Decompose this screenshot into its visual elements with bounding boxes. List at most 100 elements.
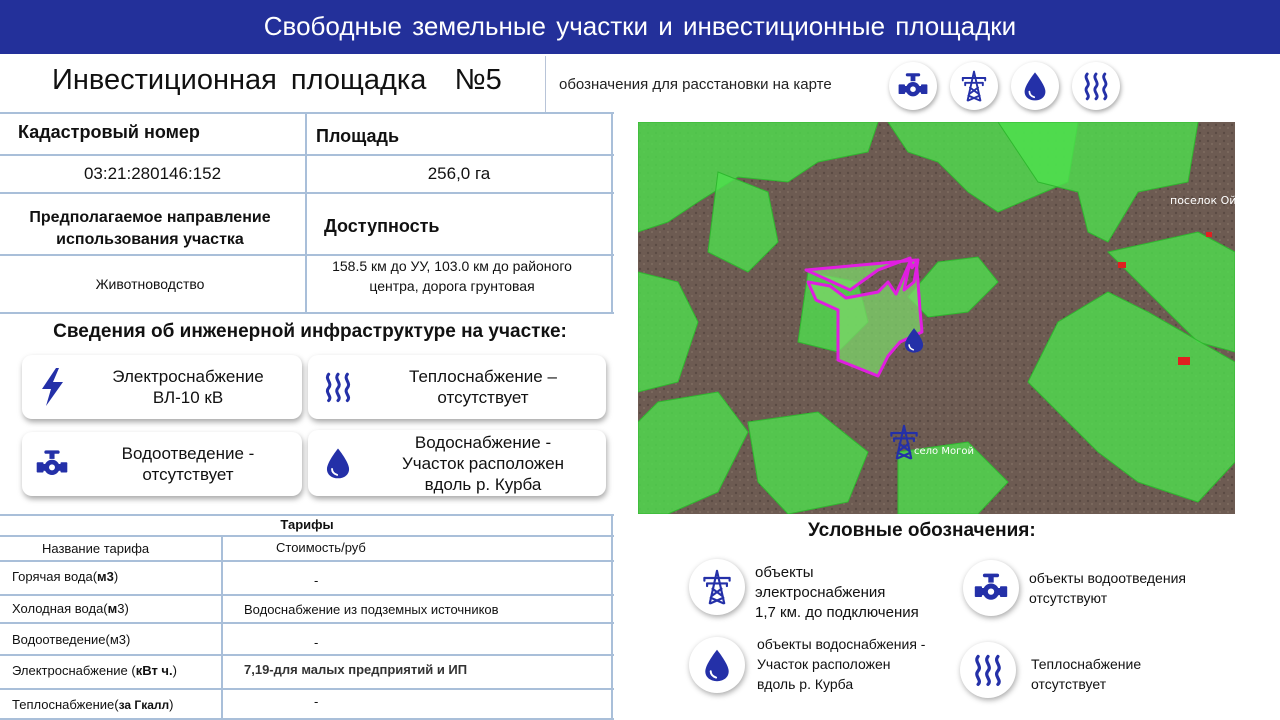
- legend-line: электроснабжения: [755, 584, 886, 601]
- tariff-unit: м3: [109, 632, 127, 647]
- access-label: Доступность: [324, 216, 440, 236]
- tariff-name: Холодная вода(: [12, 601, 108, 616]
- legend-line: отсутствует: [1031, 676, 1107, 692]
- access-value-line: центра, дорога грунтовая: [369, 278, 535, 294]
- table-line: [0, 112, 614, 114]
- map-graphic: поселок Ой село Могой: [638, 122, 1235, 514]
- card-line: Водоотведение -: [121, 444, 255, 463]
- legend-line: Теплоснабжение: [1031, 656, 1142, 672]
- table-line: [0, 594, 614, 596]
- tariff-row-value: Водоснабжение из подземных источников: [244, 602, 499, 617]
- tariff-name: Теплоснабжение(: [12, 697, 119, 712]
- map-marker: [1206, 232, 1212, 237]
- table-line: [0, 192, 614, 194]
- table-line: [0, 514, 614, 516]
- tariff-unit: м3: [97, 569, 114, 584]
- legend-line: отсутствуют: [1029, 590, 1108, 606]
- power-card-text: Электроснабжение ВЛ-10 кВ: [82, 366, 302, 408]
- legend-line: Участок расположен: [757, 656, 891, 672]
- heat-card-text: Теплоснабжение – отсутствует: [368, 366, 606, 408]
- map-marker: [1178, 357, 1190, 365]
- lightning-icon: [22, 367, 82, 407]
- legend-item-power: объекты электроснабжения 1,7 км. до подк…: [755, 563, 919, 623]
- power-tower-icon: [689, 559, 745, 615]
- power-card: Электроснабжение ВЛ-10 кВ: [22, 355, 302, 419]
- legend-line: объекты водоотведения: [1029, 570, 1186, 586]
- table-line: [0, 560, 614, 562]
- card-line: Участок расположен: [401, 453, 565, 473]
- access-value: 158.5 км до УУ, 103.0 км до районого цен…: [307, 256, 597, 296]
- card-line: Электроснабжение: [112, 367, 264, 386]
- infrastructure-title: Сведения об инженерной инфраструктуре на…: [53, 321, 567, 342]
- card-line: Теплоснабжение –: [409, 367, 557, 386]
- tariff-tail: ): [172, 663, 177, 678]
- legend-item-heat: Теплоснабжение отсутствует: [1031, 654, 1141, 694]
- satellite-map[interactable]: поселок Ой село Могой: [638, 122, 1235, 514]
- header-divider: [545, 56, 546, 112]
- valve-icon: [889, 62, 937, 110]
- tariff-name: Горячая вода(: [12, 569, 98, 584]
- map-label-village: село Могой: [914, 446, 974, 457]
- table-line: [0, 622, 614, 624]
- heat-waves-icon: [308, 367, 368, 407]
- tariff-col-name: Название тарифа: [42, 541, 150, 556]
- tariff-tail: ): [113, 569, 119, 584]
- card-line: отсутствует: [142, 465, 234, 484]
- banner-title: Свободные земельные участки и инвестицио…: [0, 0, 1280, 54]
- tariff-tail: ): [169, 697, 174, 712]
- card-line: Водоснабжение -: [414, 432, 552, 452]
- water-drop-icon: [1011, 62, 1059, 110]
- tariff-row-value: -: [314, 694, 319, 709]
- tariff-tail: ): [126, 632, 131, 647]
- legend-item-sewer: объекты водоотведения отсутствуют: [1029, 568, 1186, 608]
- table-line: [0, 654, 614, 656]
- tariff-row-name: Водоотведение(м3): [12, 632, 130, 647]
- tariff-row-name: Электроснабжение (кВт ч.): [12, 663, 177, 678]
- legend-title: Условные обозначения:: [808, 520, 1036, 541]
- table-line: [0, 154, 614, 156]
- tariffs-title: Тарифы: [280, 517, 334, 532]
- purpose-label-line: Предполагаемое направление: [29, 209, 271, 226]
- area-label: Площадь: [316, 126, 400, 146]
- sewer-card-text: Водоотведение - отсутствует: [82, 443, 302, 485]
- power-tower-icon: [950, 62, 998, 110]
- heat-waves-icon: [960, 642, 1016, 698]
- tariff-name: Водоотведение(: [12, 632, 110, 647]
- tariff-row-name: Горячая вода(м3): [12, 569, 118, 584]
- tariff-row-name: Холодная вода(м3): [12, 601, 129, 616]
- cadastral-value: 03:21:280146:152: [83, 164, 222, 183]
- table-line: [611, 112, 613, 312]
- tariff-col-cost: Стоимость/руб: [276, 540, 366, 555]
- valve-icon: [22, 444, 82, 484]
- card-line: вдоль р. Курба: [424, 474, 542, 494]
- tariff-row-value: -: [314, 573, 319, 588]
- legend-line: объекты: [755, 564, 814, 581]
- water-drop-icon: [308, 443, 368, 483]
- site-title: Инвестиционная площадка №5: [52, 64, 502, 96]
- tariff-unit: за Гкалл: [118, 698, 170, 712]
- water-drop-icon: [689, 637, 745, 693]
- legend-line: объекты водоснабжения -: [757, 636, 926, 652]
- table-line: [0, 688, 614, 690]
- table-line: [0, 535, 614, 537]
- map-marker: [1118, 262, 1126, 268]
- tariff-row-value: -: [314, 635, 319, 650]
- tariff-tail: 3): [117, 601, 129, 616]
- tariff-row-value: 7,19-для малых предприятий и ИП: [244, 662, 468, 677]
- table-line: [221, 535, 223, 720]
- water-card: Водоснабжение - Участок расположен вдоль…: [308, 430, 606, 496]
- table-line: [0, 312, 614, 314]
- water-card-text: Водоснабжение - Участок расположен вдоль…: [368, 432, 606, 495]
- purpose-label: Предполагаемое направление использования…: [0, 207, 300, 251]
- cadastral-label: Кадастровый номер: [18, 122, 200, 142]
- legend-line: 1,7 км. до подключения: [755, 604, 919, 621]
- purpose-label-line: использования участка: [56, 231, 244, 248]
- legend-line: вдоль р. Курба: [757, 676, 854, 692]
- valve-icon: [963, 560, 1019, 616]
- tariff-unit: м: [107, 601, 118, 616]
- heat-card: Теплоснабжение – отсутствует: [308, 355, 606, 419]
- tariff-name: Электроснабжение (: [12, 663, 136, 678]
- card-line: отсутствует: [437, 388, 529, 407]
- access-value-line: 158.5 км до УУ, 103.0 км до районого: [332, 258, 572, 274]
- card-line: ВЛ-10 кВ: [152, 388, 224, 407]
